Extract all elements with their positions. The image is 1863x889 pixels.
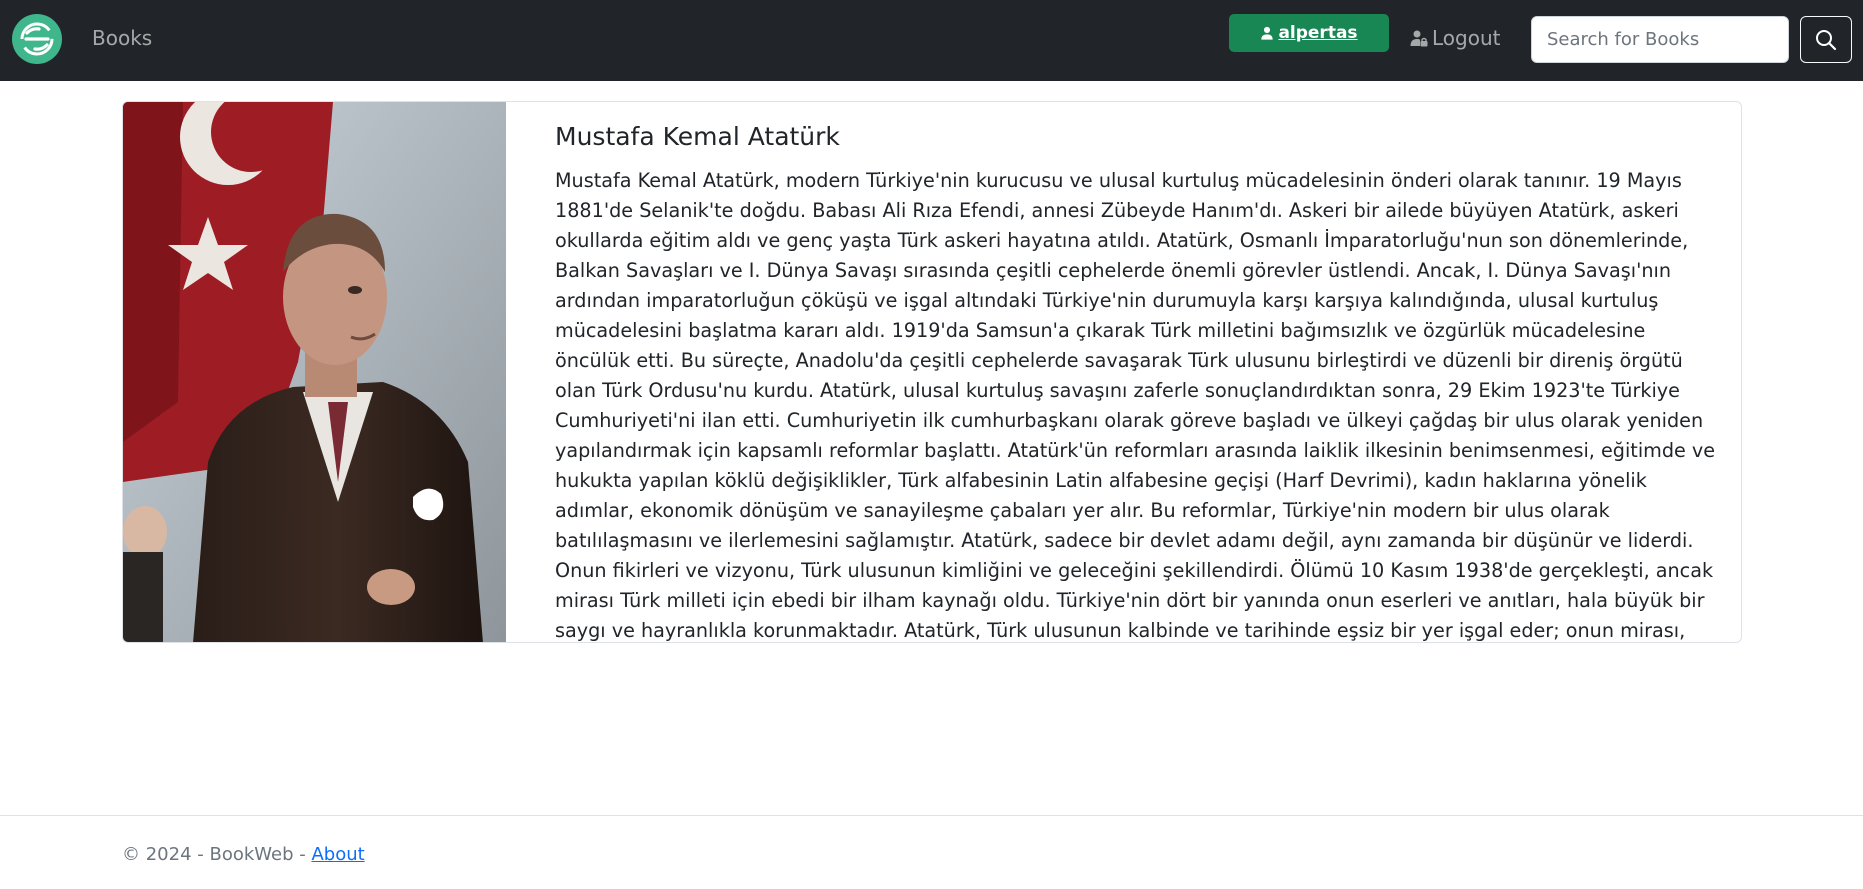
nav-link-books[interactable]: Books [92, 26, 152, 50]
author-name: Mustafa Kemal Atatürk [555, 122, 840, 151]
author-biography: Mustafa Kemal Atatürk, modern Türkiye'ni… [555, 169, 1716, 642]
user-profile-button[interactable]: alpertas [1229, 14, 1389, 52]
footer-divider [0, 815, 1863, 816]
footer: © 2024 - BookWeb - About [122, 844, 365, 865]
brand-logo-icon[interactable] [12, 14, 62, 64]
user-name-label: alpertas [1278, 23, 1358, 43]
footer-copyright: © 2024 - BookWeb - [122, 844, 312, 865]
author-portrait [123, 102, 506, 642]
user-icon [1261, 26, 1274, 40]
search-button[interactable] [1800, 16, 1852, 63]
author-card: Mustafa Kemal Atatürk Mustafa Kemal Atat… [122, 101, 1742, 643]
about-link[interactable]: About [311, 844, 364, 865]
search-icon [1816, 29, 1837, 50]
user-lock-icon [1410, 30, 1428, 47]
logout-link[interactable]: Logout [1410, 26, 1500, 50]
logout-label: Logout [1432, 26, 1501, 50]
search-input[interactable] [1531, 16, 1789, 63]
top-navbar: Books alpertas Logout [0, 0, 1863, 81]
